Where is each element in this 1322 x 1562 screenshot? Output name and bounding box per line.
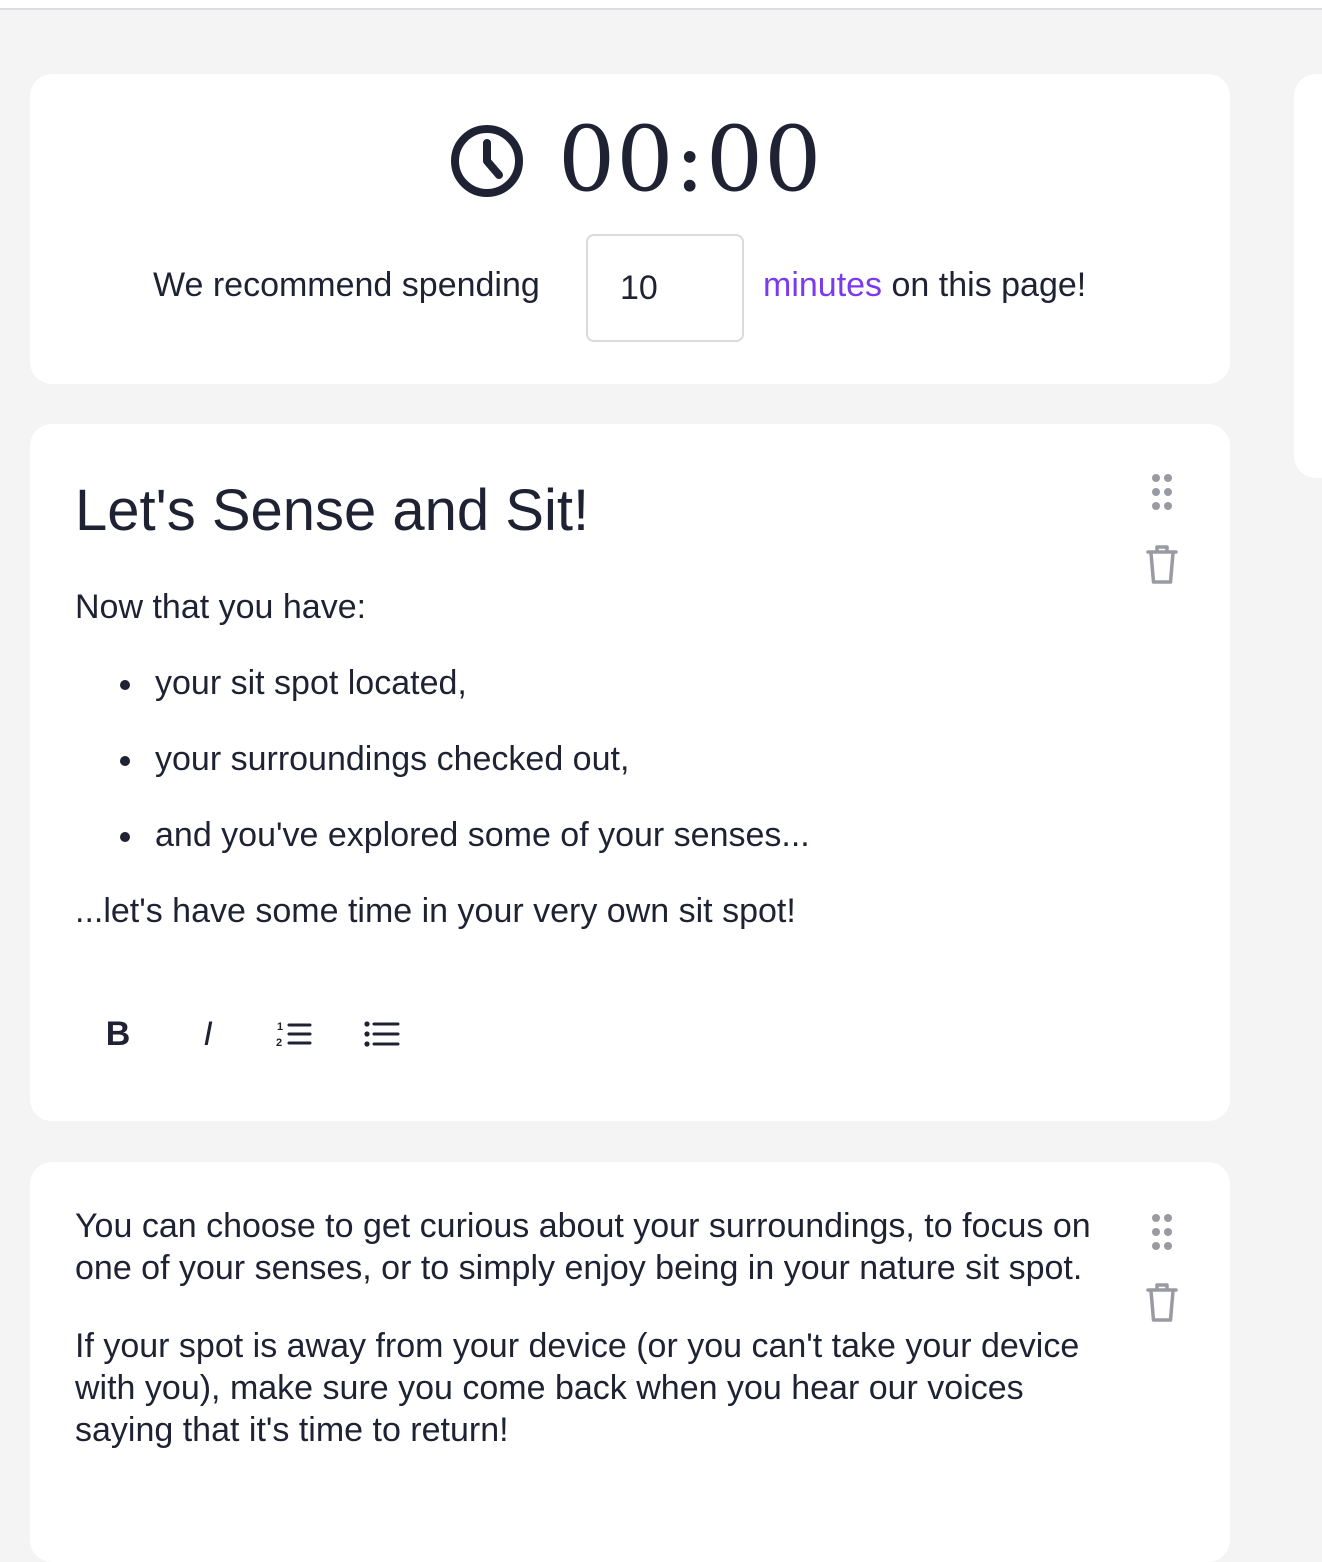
italic-button[interactable]: I [180,1004,236,1064]
timer-card: 00:00 We recommend spending minutes on t… [30,74,1230,384]
list-item: and you've explored some of your senses.… [120,814,1115,856]
trash-icon[interactable] [1144,1282,1180,1324]
unordered-list-button[interactable] [354,1004,410,1064]
clock-icon [451,125,523,197]
text-block-content[interactable]: Let's Sense and Sit! Now that you have: … [75,476,1115,932]
block-paragraph: If your spot is away from your device (o… [75,1327,1080,1449]
text-block-card: You can choose to get curious about your… [30,1162,1230,1562]
trash-icon[interactable] [1144,544,1180,586]
text-block-content[interactable]: You can choose to get curious about your… [75,1205,1115,1451]
minutes-input[interactable] [586,234,744,342]
drag-handle-icon[interactable] [1150,1212,1174,1252]
timer-display: 00:00 [558,107,823,212]
ordered-list-icon: 1 2 [276,1021,312,1049]
side-panel-card [1294,74,1322,478]
bullet-list: your sit spot located, your surroundings… [75,662,1115,856]
block-title: Let's Sense and Sit! [75,478,590,543]
text-block-card: Let's Sense and Sit! Now that you have: … [30,424,1230,1121]
block-intro: Now that you have: [75,588,367,626]
recommend-suffix-group: minutes on this page! [763,266,1086,305]
top-bar [0,0,1322,10]
bold-button[interactable]: B [90,1004,146,1064]
unordered-list-icon [364,1021,400,1047]
list-item: your surroundings checked out, [120,738,1115,780]
block-paragraph: You can choose to get curious about your… [75,1207,1091,1287]
svg-text:1: 1 [277,1021,283,1033]
svg-text:2: 2 [276,1037,282,1049]
recommend-prefix: We recommend spending [153,266,540,304]
ordered-list-button[interactable]: 1 2 [266,1004,322,1064]
block-outro: ...let's have some time in your very own… [75,892,796,930]
list-item: your sit spot located, [120,662,1115,704]
formatting-toolbar: B I 1 2 [90,1004,490,1064]
recommend-suffix: on this page! [891,266,1087,304]
minutes-link[interactable]: minutes [763,266,882,304]
drag-handle-icon[interactable] [1150,472,1174,512]
